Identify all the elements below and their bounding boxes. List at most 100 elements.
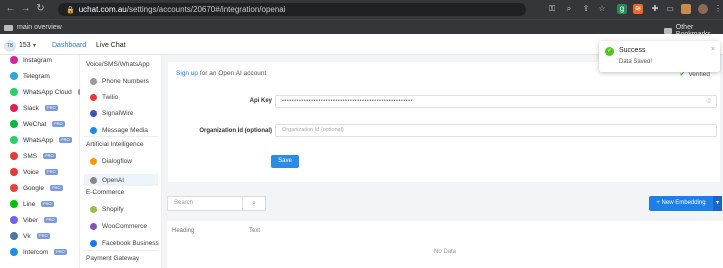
integration-item[interactable]: Dialogflow: [90, 158, 132, 165]
chevron-down-icon[interactable]: ▾: [33, 42, 36, 49]
channel-label: Line: [23, 200, 36, 208]
channel-item[interactable]: Slack PRO: [0, 100, 80, 116]
whatsapp-icon: [10, 136, 18, 144]
puzzle-icon[interactable]: ✚: [650, 4, 660, 14]
pro-badge: PRO: [59, 137, 72, 143]
embeddings-table: Heading Text No Data: [167, 221, 723, 268]
search-icon[interactable]: ⌕: [242, 196, 266, 211]
save-button[interactable]: Save: [271, 155, 299, 168]
back-icon[interactable]: ←: [3, 3, 18, 14]
integration-icon: [90, 158, 97, 165]
extension-icon[interactable]: g: [617, 4, 627, 14]
integration-item[interactable]: Message Media: [90, 127, 148, 134]
divider: [84, 250, 158, 251]
pro-badge: PRO: [45, 105, 58, 111]
integration-label: Facebook Business: [102, 240, 159, 247]
channel-sidebar: InstagramTelegramWhatsApp CloudPROSlackP…: [0, 52, 91, 268]
integration-icon: [90, 223, 97, 230]
other-bookmarks[interactable]: Other Bookmarks: [664, 24, 723, 38]
menu-icon[interactable]: ⋮: [713, 4, 723, 14]
lock-icon: 🔒: [66, 6, 75, 14]
divider: [84, 136, 158, 137]
api-key-field[interactable]: ••••••••••••••••••••••••••••••••••••••••…: [275, 95, 717, 108]
channel-item[interactable]: Vk PRO: [0, 228, 80, 244]
pro-badge: PRO: [45, 169, 58, 175]
integration-item[interactable]: Phone Numbers: [90, 78, 149, 85]
tab-search-icon[interactable]: ▭: [665, 4, 675, 14]
eye-icon[interactable]: ◎: [706, 96, 712, 107]
integration-menu: Voice/SMS/WhatsApp Phone Numbers Twilio Sig…: [80, 55, 162, 268]
new-embedding-button[interactable]: + New Embedding: [649, 196, 713, 211]
telegram-icon: [10, 72, 18, 80]
channel-item[interactable]: Viber PRO: [0, 212, 80, 228]
chevron-down-icon[interactable]: ▾: [713, 196, 722, 211]
line-icon: [10, 200, 18, 208]
bot-avatar[interactable]: TB: [4, 40, 16, 52]
signup-link[interactable]: Sign up: [176, 70, 198, 77]
bot-count[interactable]: 153: [19, 42, 31, 49]
tab-live-chat[interactable]: Live Chat: [96, 42, 126, 49]
pro-badge: PRO: [43, 153, 56, 159]
channel-label: SMS: [23, 152, 38, 160]
key-icon[interactable]: ⚿: [547, 4, 557, 14]
integration-item[interactable]: Twilio: [90, 94, 118, 101]
integration-label: SignalWire: [102, 110, 134, 117]
forward-icon[interactable]: →: [18, 3, 33, 14]
channel-item[interactable]: WeChat PRO: [0, 116, 80, 132]
toast-title: Success: [619, 47, 646, 54]
integration-item[interactable]: WooCommerce: [90, 223, 147, 230]
google-icon: [10, 184, 18, 192]
avatar-icon[interactable]: [698, 4, 708, 14]
close-icon[interactable]: ×: [711, 46, 715, 53]
url-host: uchat.com.au: [78, 5, 127, 14]
channel-label: Vk: [23, 232, 31, 240]
channel-label: Viber: [23, 216, 39, 224]
channel-item[interactable]: Telegram: [0, 68, 80, 84]
integration-label: Message Media: [102, 127, 148, 134]
signup-text: Sign up for an Open AI account: [176, 70, 267, 77]
integration-icon: [90, 206, 97, 213]
channel-item[interactable]: Intercom PRO: [0, 244, 80, 260]
vk-icon: [10, 232, 18, 240]
instagram-icon: [10, 56, 18, 64]
channel-item[interactable]: WhatsApp PRO: [0, 132, 80, 148]
integration-label: Twilio: [102, 94, 119, 101]
voice-icon: [10, 168, 18, 176]
bookmark-folder[interactable]: main overview: [4, 24, 62, 31]
divider: [84, 184, 158, 185]
rss-icon[interactable]: ≋: [633, 4, 643, 14]
pro-badge: PRO: [37, 233, 50, 239]
channel-item[interactable]: SMS PRO: [0, 148, 80, 164]
channel-item[interactable]: Google PRO: [0, 180, 80, 196]
folder-icon: [4, 24, 13, 31]
integration-label: OpenAI: [102, 176, 125, 184]
integration-item[interactable]: Facebook Business: [90, 240, 159, 247]
channel-label: Voice: [23, 168, 39, 176]
integration-item[interactable]: Shopify: [90, 206, 124, 213]
check-circle-icon: ✓: [605, 47, 614, 56]
pro-badge: PRO: [44, 217, 57, 223]
channel-item[interactable]: Line PRO: [0, 196, 80, 212]
whatsapp-icon: [10, 88, 18, 96]
org-id-field[interactable]: Organization Id (optional): [275, 124, 717, 137]
channel-item[interactable]: WhatsApp CloudPRO: [0, 84, 91, 100]
search-input[interactable]: Search: [167, 196, 243, 211]
reload-icon[interactable]: ↻: [33, 3, 48, 14]
pro-badge: PRO: [41, 201, 54, 207]
api-key-label: Api Key: [249, 98, 272, 104]
address-bar[interactable]: 🔒 uchat.com.au/settings/accounts/20670#/…: [58, 3, 526, 16]
integration-item[interactable]: SignalWire: [90, 110, 133, 117]
empty-state: No Data: [433, 249, 456, 255]
toast-message: Data Saved!: [619, 59, 653, 65]
integration-icon: [90, 94, 97, 101]
profile-icon[interactable]: [681, 4, 691, 14]
channel-item[interactable]: Voice PRO: [0, 164, 80, 180]
bookmarks-bar: main overview Other Bookmarks: [0, 19, 723, 38]
share-icon[interactable]: ⇪: [581, 4, 591, 14]
channel-item[interactable]: Instagram: [0, 52, 80, 68]
star-icon[interactable]: ☆: [597, 4, 607, 14]
zoom-icon[interactable]: ⌕: [564, 4, 574, 14]
section-heading: E-Commerce: [86, 189, 125, 196]
tab-dashboard[interactable]: Dashboard: [52, 42, 86, 49]
integration-icon: [90, 78, 97, 85]
